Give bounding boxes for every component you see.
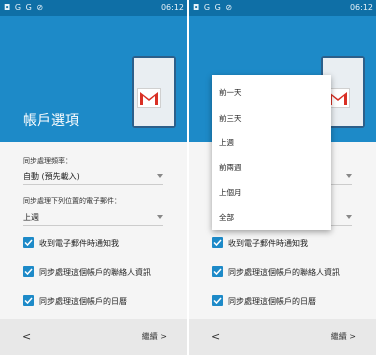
screenshot: ◘ G G ⊘ 06:12 帳戶選項 同步處理頻率： 自動 (預先載入) 同步處… xyxy=(0,0,376,355)
checkbox-label: 同步處理這個帳戶的聯絡人資訊 xyxy=(39,268,151,277)
bottom-nav: < 繼續 > xyxy=(0,319,187,355)
dropdown-option-1-day[interactable]: 前一天 xyxy=(219,87,242,98)
header: 帳戶選項 xyxy=(0,16,187,142)
checkmark-icon xyxy=(212,266,223,277)
checkbox-label: 收到電子郵件時通知我 xyxy=(228,239,308,248)
status-icons: ◘ G G ⊘ xyxy=(193,3,234,12)
gmail-icon xyxy=(137,88,161,108)
dropdown-option-2-weeks[interactable]: 前兩週 xyxy=(219,162,242,173)
checkbox-label: 同步處理這個帳戶的日曆 xyxy=(228,297,316,306)
dropdown-caret-icon xyxy=(157,215,163,219)
settings-content: 同步處理頻率： 自動 (預先載入) 同步處理下列位置的電子郵件： 上週 收到電子… xyxy=(0,142,187,319)
back-button[interactable]: < xyxy=(211,330,220,343)
checkbox-label: 同步處理這個帳戶的聯絡人資訊 xyxy=(228,268,340,277)
dropdown-option-all[interactable]: 全部 xyxy=(219,212,234,223)
checkbox-label: 同步處理這個帳戶的日曆 xyxy=(39,297,127,306)
device-illustration xyxy=(132,56,176,128)
checkbox-label: 收到電子郵件時通知我 xyxy=(39,239,119,248)
dropdown-caret-icon xyxy=(346,174,352,178)
dropdown-option-3-days[interactable]: 前三天 xyxy=(219,113,242,124)
checkmark-icon xyxy=(212,295,223,306)
checkmark-icon xyxy=(212,237,223,248)
page-title: 帳戶選項 xyxy=(23,113,79,129)
sync-from-select[interactable]: 上週 xyxy=(23,212,163,226)
status-bar: ◘ G G ⊘ 06:12 xyxy=(0,0,187,16)
checkmark-icon xyxy=(23,295,34,306)
dropdown-option-last-month[interactable]: 上個月 xyxy=(219,187,242,198)
sync-range-dropdown: 前一天 前三天 上週 前兩週 上個月 全部 xyxy=(212,75,331,230)
dropdown-caret-icon xyxy=(157,174,163,178)
sync-from-value: 上週 xyxy=(23,213,39,222)
sync-frequency-label: 同步處理頻率： xyxy=(23,157,72,165)
checkmark-icon xyxy=(23,266,34,277)
status-time: 06:12 xyxy=(160,3,184,12)
dropdown-caret-icon xyxy=(346,215,352,219)
dropdown-option-last-week[interactable]: 上週 xyxy=(219,137,234,148)
next-button[interactable]: 繼續 > xyxy=(331,331,356,342)
status-icons: ◘ G G ⊘ xyxy=(4,3,45,12)
checkmark-icon xyxy=(23,237,34,248)
status-time: 06:12 xyxy=(349,3,373,12)
sync-frequency-value: 自動 (預先載入) xyxy=(23,172,80,181)
next-button[interactable]: 繼續 > xyxy=(142,331,167,342)
left-screen: ◘ G G ⊘ 06:12 帳戶選項 同步處理頻率： 自動 (預先載入) 同步處… xyxy=(0,0,187,355)
status-bar: ◘ G G ⊘ 06:12 xyxy=(189,0,376,16)
bottom-nav: < 繼續 > xyxy=(189,319,376,355)
sync-from-label: 同步處理下列位置的電子郵件： xyxy=(23,197,121,205)
back-button[interactable]: < xyxy=(22,330,31,343)
sync-frequency-select[interactable]: 自動 (預先載入) xyxy=(23,171,163,185)
